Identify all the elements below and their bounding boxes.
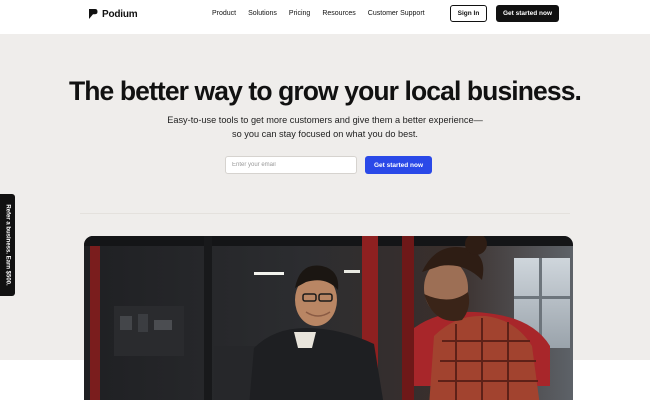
get-started-hero-button[interactable]: Get started now — [365, 156, 432, 174]
brand-logo[interactable]: Podium — [88, 8, 138, 20]
podium-logo-icon — [89, 9, 98, 19]
hero-photo — [84, 236, 573, 400]
hero-subtitle-line-1: Easy-to-use tools to get more customers … — [167, 115, 483, 125]
hero-photo-illustration — [84, 236, 573, 400]
nav-link-product[interactable]: Product — [212, 10, 236, 17]
hero-title: The better way to grow your local busine… — [68, 76, 582, 106]
nav-link-pricing[interactable]: Pricing — [289, 10, 310, 17]
nav-link-customer-support[interactable]: Customer Support — [368, 10, 425, 17]
primary-nav: Product Solutions Pricing Resources Cust… — [212, 10, 437, 17]
sign-in-button[interactable]: Sign In — [450, 5, 487, 22]
email-input[interactable] — [225, 156, 357, 174]
nav-link-solutions[interactable]: Solutions — [248, 10, 277, 17]
section-divider — [80, 213, 570, 214]
hero-subtitle-line-2: so you can stay focused on what you do b… — [232, 129, 418, 139]
refer-business-label: Refer a business. Earn $500. — [4, 204, 11, 286]
top-navigation: Podium Product Solutions Pricing Resourc… — [0, 0, 650, 34]
hero-subtitle: Easy-to-use tools to get more customers … — [0, 113, 650, 141]
brand-name: Podium — [102, 8, 138, 20]
nav-link-resources[interactable]: Resources — [322, 10, 355, 17]
refer-business-tab[interactable]: Refer a business. Earn $500. — [0, 194, 15, 296]
get-started-header-button[interactable]: Get started now — [496, 5, 559, 22]
